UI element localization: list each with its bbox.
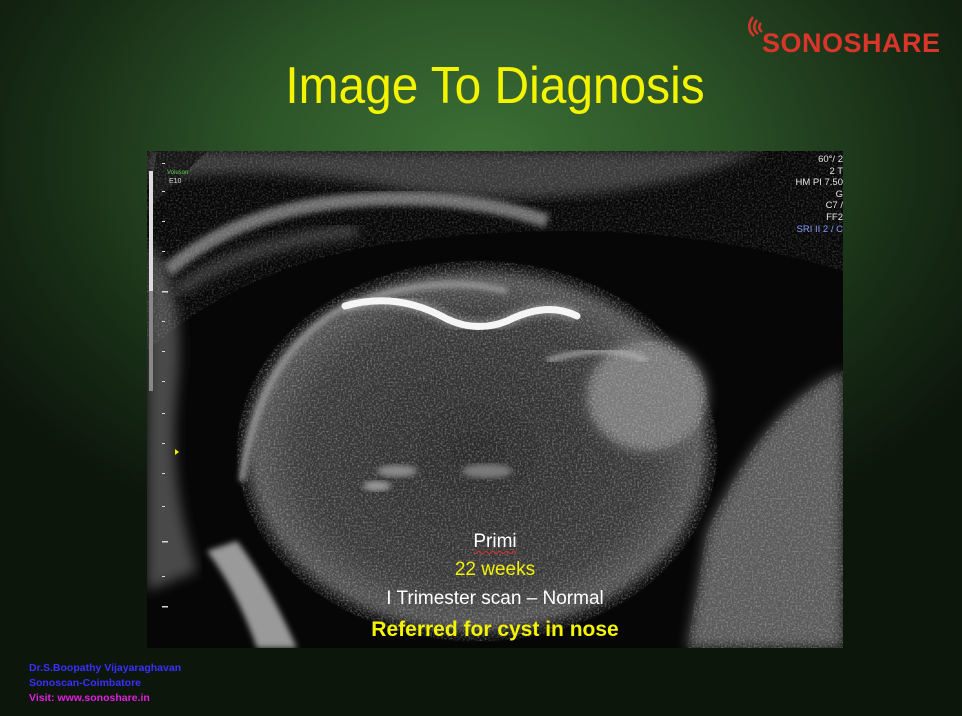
readout-line: HM PI 7.50 xyxy=(795,177,843,189)
credits: Dr.S.Boopathy Vijayaraghavan Sonoscan-Co… xyxy=(29,661,181,706)
caption-referral: Referred for cyst in nose xyxy=(371,618,619,641)
brand-logo: SONOSHARE xyxy=(748,14,958,60)
credit-visit-link[interactable]: Visit: www.sonoshare.in xyxy=(29,691,181,706)
scanner-readout: 60°/ 2 2 T HM PI 7.50 G C7 / FF2 SRI II … xyxy=(795,154,843,235)
caption-parity: Primi xyxy=(147,531,843,553)
credit-place: Sonoscan-Coimbatore xyxy=(29,677,142,689)
scanner-brand-label: Voluson xyxy=(167,170,189,176)
slide-title: Image To Diagnosis xyxy=(285,57,705,115)
readout-line: G xyxy=(835,188,843,200)
credit-name: Dr.S.Boopathy Vijayaraghavan xyxy=(29,662,182,674)
readout-line: C7 / xyxy=(825,200,843,212)
readout-line: SRI II 2 / C xyxy=(796,223,843,235)
scanner-model-label: E10 xyxy=(169,178,182,185)
readout-line: FF2 xyxy=(826,211,843,223)
readout-line: 2 T xyxy=(829,165,843,177)
caption-prior-scan: I Trimester scan – Normal xyxy=(386,588,604,609)
caption-gestation: 22 weeks xyxy=(454,559,536,580)
brand-name: SONOSHARE xyxy=(762,28,941,58)
readout-line: 60°/ 2 xyxy=(818,154,843,165)
caption-parity-text: Primi xyxy=(473,531,517,552)
